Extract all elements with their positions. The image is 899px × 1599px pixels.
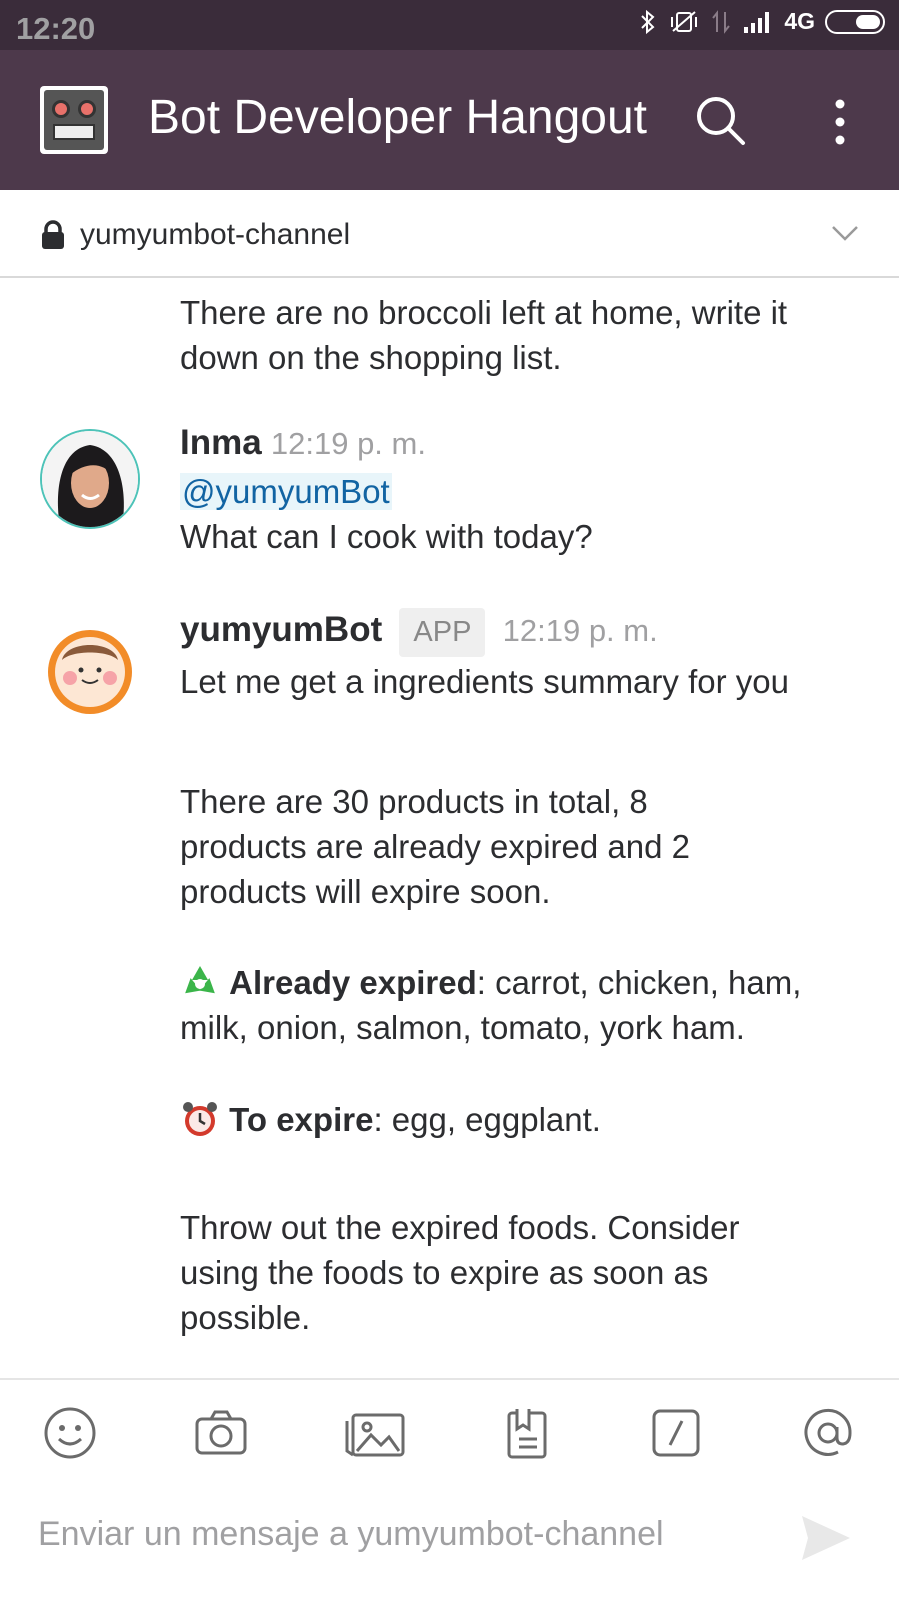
user-photo — [42, 431, 138, 527]
overflow-menu-button[interactable] — [820, 94, 860, 150]
message-continuation-text: There are no broccoli left at home, writ… — [180, 294, 788, 376]
slash-command-button[interactable] — [648, 1405, 704, 1461]
emoji-button[interactable] — [42, 1405, 98, 1461]
expired-label: Already expired — [229, 964, 477, 1001]
message-list[interactable]: There are no broccoli left at home, writ… — [0, 280, 899, 1380]
status-time: 12:20 — [16, 11, 96, 46]
chevron-down-icon[interactable] — [831, 224, 859, 242]
team-name: Bot Developer Hangout — [148, 91, 647, 144]
emoji-icon — [44, 1407, 96, 1459]
bot-expired-line: Already expired: carrot, chicken, ham, m… — [180, 960, 860, 1050]
battery-icon — [825, 9, 885, 34]
message-header-bot: yumyumBot APP 12:19 p. m. — [180, 607, 860, 657]
mention-icon — [804, 1408, 852, 1456]
bot-to-expire-line: To expire: egg, eggplant. — [180, 1097, 860, 1142]
message-author[interactable]: Inma — [180, 423, 262, 462]
message-input[interactable] — [38, 1504, 778, 1564]
gallery-button[interactable] — [343, 1405, 407, 1461]
vibrate-icon — [671, 10, 698, 32]
status-icons: 4G — [638, 8, 885, 35]
message-header-inma: Inma 12:19 p. m. — [180, 420, 860, 466]
camera-button[interactable] — [193, 1405, 249, 1461]
team-name-container: Bot Developer Hangout — [148, 80, 660, 160]
gallery-icon — [345, 1413, 405, 1457]
message-time: 12:19 p. m. — [502, 613, 658, 648]
send-button[interactable] — [798, 1512, 854, 1564]
mention-link[interactable]: @yumyumBot — [180, 473, 392, 510]
bot-intro-text: Let me get a ingredients summary for you — [180, 663, 789, 700]
status-bar: 12:20 4G — [0, 0, 899, 50]
message-author[interactable]: yumyumBot — [180, 610, 382, 649]
message-text: What can I cook with today? — [180, 518, 593, 555]
app-badge: APP — [399, 608, 486, 657]
message-composer — [0, 1480, 899, 1599]
to-expire-label: To expire — [229, 1101, 374, 1138]
mention-button[interactable] — [800, 1405, 856, 1461]
slash-command-icon — [652, 1409, 700, 1457]
lock-icon — [42, 220, 64, 249]
file-button[interactable] — [499, 1405, 555, 1461]
data-arrows-icon — [712, 9, 731, 34]
search-icon — [697, 97, 745, 145]
team-logo[interactable] — [40, 86, 108, 154]
avatar-inma[interactable] — [40, 429, 140, 529]
camera-icon — [195, 1410, 247, 1455]
robot-icon — [44, 90, 104, 150]
recycle-icon — [185, 966, 215, 994]
message-body-inma: @yumyumBot What can I cook with today? — [180, 469, 860, 559]
to-expire-items: : egg, eggplant. — [373, 1101, 601, 1138]
send-icon — [802, 1516, 850, 1560]
file-icon — [507, 1409, 547, 1459]
more-vertical-icon — [835, 99, 845, 145]
bot-advice-text: Throw out the expired foods. Consider us… — [180, 1209, 740, 1336]
bluetooth-icon — [641, 9, 655, 34]
bot-summary-text: There are 30 products in total, 8 produc… — [180, 783, 690, 910]
avatar-yumyumbot[interactable] — [48, 630, 132, 714]
message-time: 12:19 p. m. — [270, 426, 426, 461]
signal-icon — [744, 11, 770, 33]
search-button[interactable] — [694, 94, 750, 150]
app-bar: Bot Developer Hangout — [0, 50, 899, 190]
network-type: 4G — [784, 8, 815, 34]
channel-name: yumyumbot-channel — [80, 218, 351, 251]
alarm-clock-icon — [183, 1102, 217, 1136]
channel-header[interactable]: yumyumbot-channel — [0, 190, 899, 278]
composer-toolbar — [0, 1380, 899, 1480]
bot-face-icon — [55, 637, 125, 707]
